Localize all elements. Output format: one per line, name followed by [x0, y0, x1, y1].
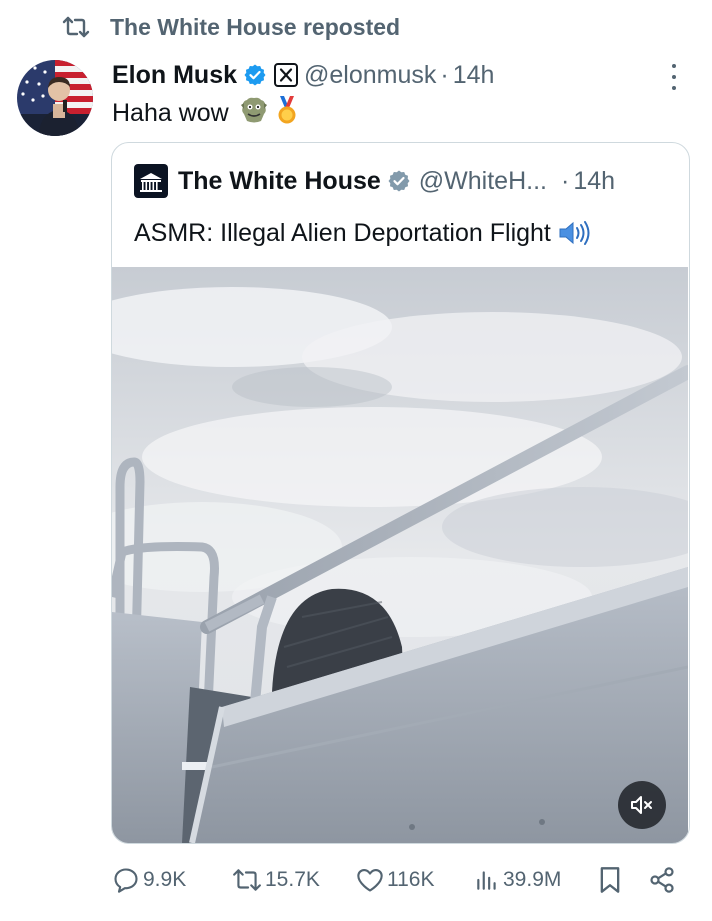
repost-icon: [62, 15, 90, 39]
share-icon: [648, 866, 676, 894]
quote-text: ASMR: Illegal Alien Deportation Flight: [134, 213, 591, 253]
speaker-loud-emoji-icon: [557, 219, 591, 247]
author-avatar[interactable]: [17, 60, 93, 136]
author-handle[interactable]: @elonmusk: [304, 61, 436, 90]
tweet-text: Haha wow: [112, 95, 299, 131]
share-button[interactable]: [648, 860, 676, 900]
heart-icon: [356, 867, 384, 893]
tweet-timestamp[interactable]: 14h: [453, 61, 495, 90]
separator-dot: ·: [440, 60, 449, 89]
medal-emoji-icon: [275, 95, 299, 132]
speaker-muted-icon: [629, 794, 655, 816]
verified-badge-icon[interactable]: [243, 63, 267, 87]
views-chart-icon: [474, 867, 500, 893]
reply-icon: [112, 866, 140, 894]
like-button[interactable]: 116K: [356, 860, 435, 900]
quote-timestamp[interactable]: 14h: [573, 167, 615, 196]
video-player[interactable]: [112, 267, 688, 843]
white-house-logo-icon[interactable]: [134, 164, 168, 198]
reply-count: 9.9K: [143, 868, 187, 891]
quote-author-name[interactable]: The White House: [178, 167, 381, 196]
x-affiliation-icon[interactable]: [274, 63, 299, 87]
quoted-tweet-card[interactable]: The White House @WhiteH... · 14h ASMR: I…: [111, 142, 690, 844]
repost-button[interactable]: 15.7K: [232, 860, 320, 900]
tweet-body: Haha wow: [112, 98, 229, 127]
tweet-action-bar: 9.9K 15.7K 116K 39.9M: [112, 860, 690, 900]
view-count: 39.9M: [503, 868, 562, 891]
troll-face-emoji-icon: [239, 95, 269, 132]
quote-body: ASMR: Illegal Alien Deportation Flight: [134, 218, 551, 247]
quote-header: The White House @WhiteH... · 14h: [134, 163, 615, 199]
bookmark-button[interactable]: [598, 860, 622, 900]
repost-count: 15.7K: [265, 868, 320, 891]
repost-label: The White House reposted: [110, 13, 401, 40]
reply-button[interactable]: 9.9K: [112, 860, 186, 900]
like-count: 116K: [387, 868, 435, 891]
more-options-icon[interactable]: [664, 64, 684, 90]
quote-author-handle[interactable]: @WhiteH...: [419, 167, 547, 196]
quote-separator-dot: ·: [560, 166, 570, 195]
bookmark-icon: [598, 866, 622, 894]
repost-action-icon: [232, 867, 262, 893]
repost-indicator[interactable]: The White House reposted: [62, 10, 400, 44]
gov-verified-badge-icon[interactable]: [387, 169, 411, 193]
mute-toggle-button[interactable]: [618, 781, 666, 829]
views-button[interactable]: 39.9M: [474, 860, 561, 900]
tweet-header: Elon Musk @elonmusk · 14h: [112, 58, 494, 92]
author-name[interactable]: Elon Musk: [112, 61, 237, 90]
